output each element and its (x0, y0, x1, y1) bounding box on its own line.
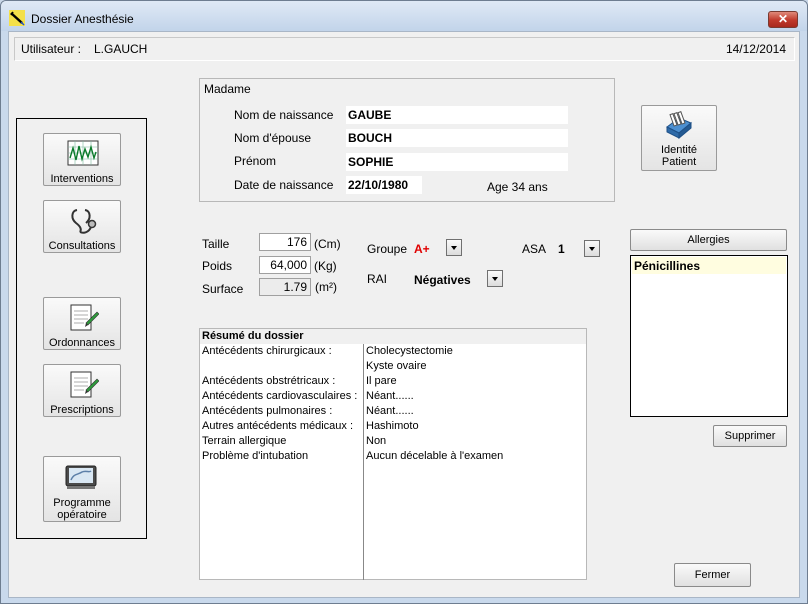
summary-row-key: Autres antécédents médicaux : (202, 420, 354, 432)
close-window-button[interactable]: ✕ (768, 11, 798, 28)
height-label: Taille (202, 237, 230, 251)
first-name-field: SOPHIE (346, 153, 568, 171)
summary-row-key: Antécédents cardiovasculaires : (202, 390, 358, 402)
interventions-label: Interventions (50, 173, 114, 185)
summary-row-key: Antécédents pulmonaires : (202, 405, 333, 417)
asa-dropdown[interactable] (584, 240, 600, 257)
prescription-pad-icon (70, 371, 99, 398)
birth-name-field: GAUBE (346, 106, 568, 124)
summary-row-value: Il pare (366, 375, 397, 387)
summary-row-value: Cholecystectomie (366, 345, 453, 357)
consultations-button[interactable]: Consultations (43, 200, 121, 253)
weight-input[interactable]: 64,000 (259, 256, 311, 274)
allergies-list[interactable]: Pénicillines (630, 255, 788, 417)
height-unit: (Cm) (314, 237, 341, 251)
married-name-label: Nom d'épouse (234, 131, 312, 145)
close-icon: ✕ (777, 12, 789, 26)
first-name-label: Prénom (234, 154, 277, 168)
main-window: Dossier Anesthésie ✕ Utilisateur : L.GAU… (0, 0, 808, 604)
chart-icon (67, 140, 99, 166)
client-area: Utilisateur : L.GAUCH 14/12/2014 Interve… (8, 31, 800, 598)
summary-row-key: Antécédents chirurgicaux : (202, 345, 332, 357)
window-title: Dossier Anesthésie (31, 12, 134, 26)
blood-group-dropdown[interactable] (446, 239, 462, 256)
surface-label: Surface (202, 282, 244, 296)
tools-panel: Interventions Consultations Ordonnances … (16, 118, 147, 539)
asa-label: ASA (522, 242, 547, 256)
summary-row-value: Kyste ovaire (366, 360, 427, 372)
user-bar: Utilisateur : L.GAUCH 14/12/2014 (14, 37, 795, 61)
user-label: Utilisateur : (21, 42, 82, 56)
birth-date-field: 22/10/1980 (346, 176, 422, 194)
allergies-button[interactable]: Allergies (630, 229, 787, 251)
list-item[interactable]: Pénicillines (632, 257, 786, 274)
ordonnances-button[interactable]: Ordonnances (43, 297, 121, 350)
age-label: Age 34 ans (487, 180, 548, 194)
weight-label: Poids (202, 259, 233, 273)
supprimer-button[interactable]: Supprimer (713, 425, 787, 447)
summary-row-value: Aucun décelable à l'examen (366, 450, 504, 462)
user-name: L.GAUCH (94, 42, 148, 56)
summary-column-divider (363, 344, 364, 580)
identite-label-line1: Identité (660, 144, 698, 156)
summary-row-value: Non (366, 435, 387, 447)
asa-value: 1 (558, 242, 565, 256)
rai-label: RAI (367, 272, 388, 286)
birth-name-label: Nom de naissance (234, 108, 334, 122)
civility-label: Madame (204, 82, 251, 96)
summary-row-key: Problème d'intubation (202, 450, 309, 462)
stethoscope-icon (71, 209, 97, 234)
surface-field: 1.79 (259, 278, 311, 296)
rai-value: Négatives (414, 273, 471, 287)
identite-label-line2: Patient (661, 156, 697, 168)
programme-label-line1: Programme (53, 497, 111, 509)
height-input[interactable]: 176 (259, 233, 311, 251)
programme-label-line2: opératoire (57, 509, 107, 521)
summary-table: Résumé du dossier Antécédents chirurgica… (199, 328, 587, 580)
syringe-icon (9, 10, 25, 26)
summary-row-key: Antécédents obstrétricaux : (202, 375, 336, 387)
summary-title: Résumé du dossier (200, 329, 586, 344)
surgery-schedule-icon (65, 465, 97, 489)
prescriptions-label: Prescriptions (50, 404, 114, 416)
summary-row-key: Terrain allergique (202, 435, 287, 447)
married-name-field: BOUCH (346, 129, 568, 147)
current-date: 14/12/2014 (725, 42, 786, 56)
rai-dropdown[interactable] (487, 270, 503, 287)
summary-row-value: Néant...... (366, 405, 414, 417)
birth-date-label: Date de naissance (234, 178, 334, 192)
programme-operatoire-button[interactable]: Programme opératoire (43, 456, 121, 522)
prescription-pad-icon (70, 304, 99, 331)
weight-unit: (Kg) (314, 259, 337, 273)
fermer-button[interactable]: Fermer (674, 563, 751, 587)
consultations-label: Consultations (48, 240, 116, 252)
prescriptions-button[interactable]: Prescriptions (43, 364, 121, 417)
surface-unit: (m²) (315, 280, 337, 294)
title-bar: Dossier Anesthésie ✕ (1, 1, 807, 31)
blood-group-label: Groupe (367, 242, 408, 256)
summary-row-value: Néant...... (366, 390, 414, 402)
ordonnances-label: Ordonnances (48, 337, 116, 349)
identite-patient-button[interactable]: Identité Patient (641, 105, 717, 171)
patient-files-icon (666, 111, 692, 140)
summary-row-value: Hashimoto (366, 420, 419, 432)
blood-group-value: A+ (414, 242, 430, 256)
patient-identity-group: Madame Nom de naissance GAUBE Nom d'épou… (199, 78, 615, 202)
interventions-button[interactable]: Interventions (43, 133, 121, 186)
